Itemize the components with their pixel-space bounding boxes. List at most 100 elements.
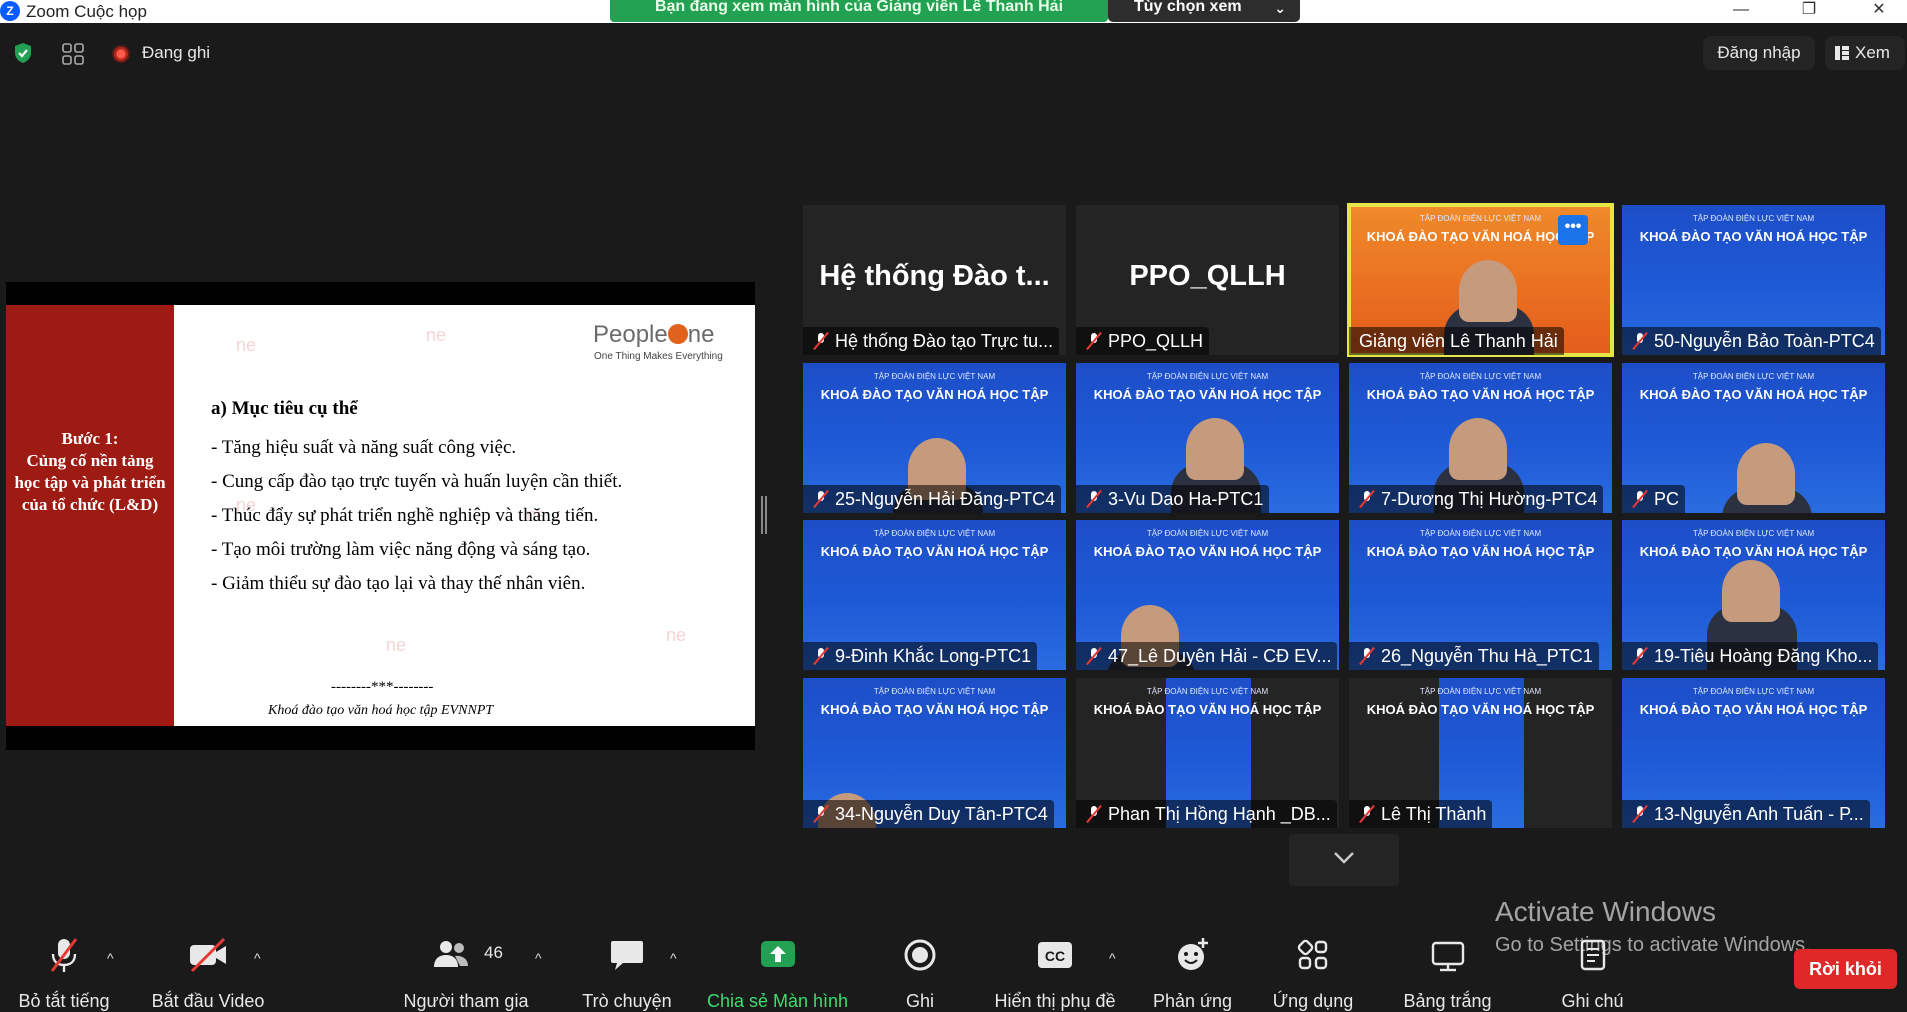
- record-icon: [904, 939, 936, 971]
- close-window-button[interactable]: ✕: [1856, 0, 1902, 23]
- participant-tile[interactable]: TẬP ĐOÀN ĐIỆN LỰC VIỆT NAM KHOÁ ĐÀO TẠO V…: [803, 363, 1066, 513]
- participant-tile[interactable]: TẬP ĐOÀN ĐIỆN LỰC VIỆT NAM KHOÁ ĐÀO TẠO V…: [1622, 678, 1885, 828]
- participant-tile[interactable]: TẬP ĐOÀN ĐIỆN LỰC VIỆT NAM KHOÁ ĐÀO TẠO V…: [1349, 678, 1612, 828]
- mute-button[interactable]: Bỏ tắt tiếng: [14, 935, 114, 1012]
- microphone-muted-icon: [813, 647, 829, 665]
- participant-name-label: Lê Thị Thành: [1349, 800, 1493, 828]
- meeting-info-grid-icon[interactable]: [62, 43, 84, 65]
- apps-icon: [1297, 939, 1328, 970]
- chat-options-caret[interactable]: ^: [670, 950, 677, 966]
- gallery-scroll-down-button[interactable]: [1289, 834, 1399, 886]
- chat-button[interactable]: Trò chuyện: [577, 935, 677, 1012]
- participant-display-name: PPO_QLLH: [1129, 260, 1286, 292]
- view-button-label: Xem: [1855, 43, 1890, 62]
- video-options-caret[interactable]: ^: [254, 950, 261, 966]
- reactions-button[interactable]: Phản ứng: [1150, 935, 1235, 1012]
- chat-bubble-icon: [611, 941, 643, 970]
- view-button[interactable]: Xem: [1825, 36, 1905, 70]
- chevron-down-icon: ⌄: [1274, 0, 1286, 16]
- background-banner: KHOÁ ĐÀO TẠO VĂN HOÁ HỌC TẬP: [820, 544, 1049, 559]
- participant-tile[interactable]: TẬP ĐOÀN ĐIỆN LỰC VIỆT NAM KHOÁ ĐÀO TẠO V…: [1622, 363, 1885, 513]
- participants-options-caret[interactable]: ^: [535, 950, 542, 966]
- participants-count-badge: 46: [484, 943, 503, 962]
- participant-tile[interactable]: TẬP ĐOÀN ĐIỆN LỰC VIỆT NAM KHOÁ ĐÀO TẠO V…: [803, 520, 1066, 670]
- background-banner-small: TẬP ĐOÀN ĐIỆN LỰC VIỆT NAM: [1146, 372, 1269, 381]
- start-video-button[interactable]: Bắt đầu Video: [143, 935, 273, 1012]
- participant-name-label: 47_Lê Duyên Hải - CĐ EV...: [1076, 642, 1338, 670]
- audio-options-caret[interactable]: ^: [107, 950, 114, 966]
- participant-tile[interactable]: TẬP ĐOÀN ĐIỆN LỰC VIỆT NAM KHOÁ ĐÀO TẠO V…: [1076, 363, 1339, 513]
- slide-bullet: - Giảm thiểu sự đào tạo lại và thay thế …: [211, 573, 586, 594]
- share-screen-button[interactable]: Chia sẻ Màn hình: [705, 935, 850, 1012]
- participants-button[interactable]: 46 Người tham gia: [396, 935, 536, 1012]
- slide-bullet: - Tăng hiệu suất và năng suất công việc.: [211, 437, 517, 458]
- background-banner: KHOÁ ĐÀO TẠO VĂN HOÁ HỌC TẬP: [1093, 387, 1322, 402]
- participant-tile[interactable]: TẬP ĐOÀN ĐIỆN LỰC VIỆT NAM KHOÁ ĐÀO TẠO V…: [1347, 203, 1614, 357]
- security-shield-icon[interactable]: [13, 42, 33, 64]
- participant-name-label: 25-Nguyễn Hải Đăng-PTC4: [803, 485, 1062, 513]
- background-banner: KHOÁ ĐÀO TẠO VĂN HOÁ HỌC TẬP: [820, 702, 1049, 717]
- background-banner: KHOÁ ĐÀO TẠO VĂN HOÁ HỌC TẬP: [1366, 702, 1595, 717]
- recording-status-label[interactable]: Đang ghi: [142, 43, 210, 63]
- video-camera-off-icon: [190, 937, 226, 973]
- participant-video-face: [1449, 418, 1507, 480]
- split-resize-handle[interactable]: [761, 496, 767, 534]
- background-banner-small: TẬP ĐOÀN ĐIỆN LỰC VIỆT NAM: [1146, 687, 1269, 696]
- apps-button[interactable]: Ứng dụng: [1268, 935, 1358, 1012]
- recording-icon: [112, 45, 130, 63]
- captions-button[interactable]: CC Hiển thị phụ đề: [990, 935, 1120, 1012]
- background-banner: KHOÁ ĐÀO TẠO VĂN HOÁ HỌC TẬP: [1366, 387, 1595, 402]
- background-banner: KHOÁ ĐÀO TẠO VĂN HOÁ HỌC TẬP: [1639, 229, 1868, 244]
- microphone-muted-icon: [1359, 805, 1375, 823]
- participant-display-name: Hệ thống Đào t...: [819, 260, 1050, 292]
- participant-tile[interactable]: TẬP ĐOÀN ĐIỆN LỰC VIỆT NAM KHOÁ ĐÀO TẠO V…: [1622, 205, 1885, 355]
- background-banner-small: TẬP ĐOÀN ĐIỆN LỰC VIỆT NAM: [1419, 372, 1542, 381]
- background-banner: KHOÁ ĐÀO TẠO VĂN HOÁ HỌC TẬP: [1093, 702, 1322, 717]
- closed-captions-icon: CC: [1038, 942, 1072, 968]
- leave-meeting-button[interactable]: Rời khỏi: [1794, 949, 1897, 989]
- background-banner-small: TẬP ĐOÀN ĐIỆN LỰC VIỆT NAM: [873, 529, 996, 538]
- participant-name-label: 3-Vu Dao Ha-PTC1: [1076, 485, 1270, 513]
- participant-name-label: 13-Nguyễn Anh Tuấn - P...: [1622, 800, 1870, 828]
- window-title: Zoom Cuộc họp: [26, 2, 147, 21]
- slide-heading: a) Mục tiêu cụ thể: [211, 398, 358, 419]
- participant-name-label: 9-Đinh Khắc Long-PTC1: [803, 642, 1038, 670]
- participant-tile[interactable]: TẬP ĐOÀN ĐIỆN LỰC VIỆT NAM KHOÁ ĐÀO TẠO V…: [1622, 520, 1885, 670]
- participant-tile[interactable]: TẬP ĐOÀN ĐIỆN LỰC VIỆT NAM KHOÁ ĐÀO TẠO V…: [1076, 678, 1339, 828]
- participant-name-label: 34-Nguyễn Duy Tân-PTC4: [803, 800, 1054, 828]
- participant-name-label: PPO_QLLH: [1076, 327, 1210, 355]
- background-banner-small: TẬP ĐOÀN ĐIỆN LỰC VIỆT NAM: [1692, 687, 1815, 696]
- more-options-icon[interactable]: •••: [1558, 215, 1588, 245]
- participant-name-label: 19-Tiêu Hoàng Đăng Kho...: [1622, 642, 1879, 670]
- peopleone-logo: People ne: [593, 321, 715, 348]
- participant-tile[interactable]: TẬP ĐOÀN ĐIỆN LỰC VIỆT NAM KHOÁ ĐÀO TẠO V…: [1349, 520, 1612, 670]
- participant-name-label: PC: [1622, 485, 1686, 513]
- microphone-muted-icon: [1086, 332, 1102, 350]
- notes-button[interactable]: Ghi chú: [1550, 935, 1635, 1012]
- record-button[interactable]: Ghi: [890, 935, 950, 1012]
- microphone-muted-icon: [813, 490, 829, 508]
- slide-bullet: - Tạo môi trường làm việc năng động và s…: [211, 539, 591, 560]
- view-options-button[interactable]: Tùy chọn xem ⌄: [1108, 0, 1300, 22]
- view-layout-icon: [1835, 46, 1849, 60]
- zoom-app-icon: Z: [0, 1, 20, 21]
- participant-tile[interactable]: TẬP ĐOÀN ĐIỆN LỰC VIỆT NAM KHOÁ ĐÀO TẠO V…: [803, 678, 1066, 828]
- microphone-muted-icon: [1632, 647, 1648, 665]
- captions-options-caret[interactable]: ^: [1109, 950, 1116, 966]
- background-banner: KHOÁ ĐÀO TẠO VĂN HOÁ HỌC TẬP: [1639, 544, 1868, 559]
- participant-tile[interactable]: TẬP ĐOÀN ĐIỆN LỰC VIỆT NAM KHOÁ ĐÀO TẠO V…: [1349, 363, 1612, 513]
- participant-name-label: 26_Nguyễn Thu Hà_PTC1: [1349, 642, 1599, 670]
- background-banner: KHOÁ ĐÀO TẠO VĂN HOÁ HỌC TẬP: [1639, 387, 1868, 402]
- maximize-button[interactable]: ❐: [1786, 0, 1832, 23]
- whiteboard-button[interactable]: Bảng trắng: [1395, 935, 1500, 1012]
- background-banner-small: TẬP ĐOÀN ĐIỆN LỰC VIỆT NAM: [1692, 372, 1815, 381]
- microphone-muted-icon: [1359, 490, 1375, 508]
- participant-tile[interactable]: TẬP ĐOÀN ĐIỆN LỰC VIỆT NAM KHOÁ ĐÀO TẠO V…: [1076, 520, 1339, 670]
- participant-tile[interactable]: Hệ thống Đào t... Hệ thống Đào tạo Trực t…: [803, 205, 1066, 355]
- participant-tile[interactable]: PPO_QLLH PPO_QLLH: [1076, 205, 1339, 355]
- minimize-button[interactable]: —: [1718, 0, 1764, 23]
- logo-tagline: One Thing Makes Everything: [594, 351, 723, 362]
- signin-button[interactable]: Đăng nhập: [1703, 36, 1815, 70]
- participant-video-face: [1459, 260, 1517, 322]
- slide-bullet: - Thúc đẩy sự phát triển nghề nghiệp và …: [211, 505, 599, 526]
